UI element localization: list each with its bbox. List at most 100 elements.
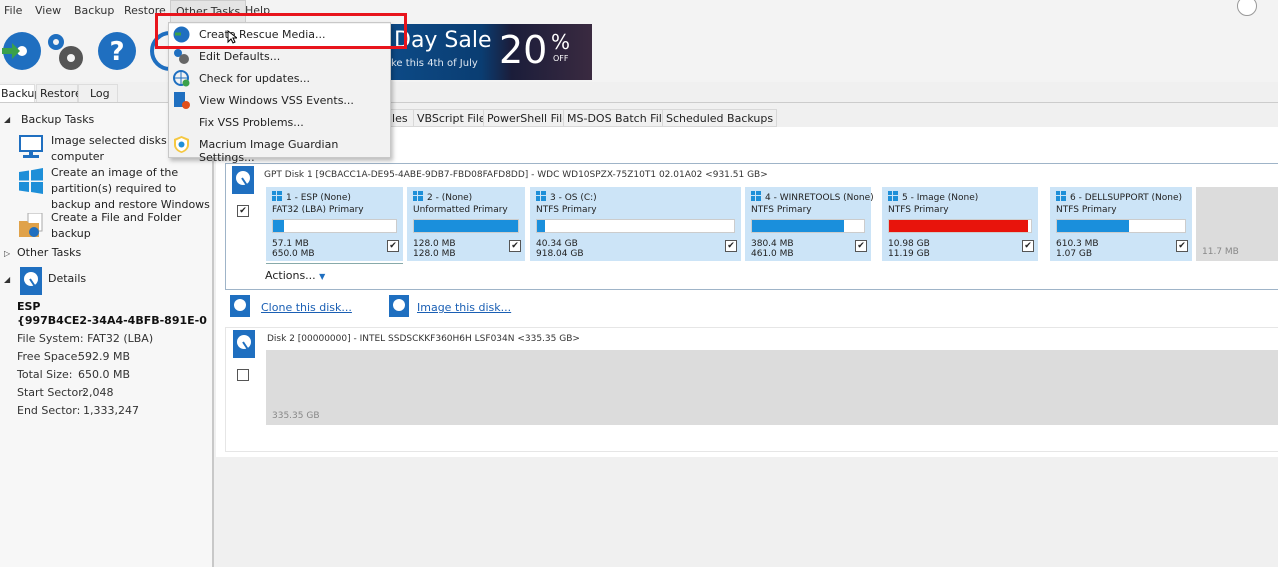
partition-guid: {997B4CE2-34A4-4BFB-891E-005D8C' xyxy=(17,314,207,327)
menu-item-label: Edit Defaults... xyxy=(199,50,281,63)
collapse-icon[interactable]: ◢ xyxy=(4,275,10,284)
menu-item-fix-vss[interactable]: Fix VSS Problems... xyxy=(169,112,390,134)
tab-restore[interactable]: Restore xyxy=(36,84,82,102)
task-image-windows[interactable]: Create an image of the partition(s) requ… xyxy=(51,165,211,213)
tab-backup[interactable]: Backup xyxy=(0,84,41,102)
file-folder-backup-icon xyxy=(19,213,43,237)
partition-name: ESP xyxy=(17,300,41,313)
partition-name: 3 - OS (C:) xyxy=(536,191,597,203)
free-space-label: Free Space: xyxy=(17,350,82,363)
menu-file[interactable]: File xyxy=(4,4,22,17)
clone-disk-icon xyxy=(230,295,250,317)
disk-1-checkbox[interactable]: ✔ xyxy=(237,205,249,217)
partition-type: NTFS Primary xyxy=(888,205,949,215)
partition-label: 2 - (None) xyxy=(427,193,473,203)
partition-name: 6 - DELLSUPPORT (None) xyxy=(1056,191,1182,203)
actions-dropdown[interactable]: Actions... ▼ xyxy=(265,269,325,282)
sale-banner[interactable]: Day Sale ke this 4th of July 20 % OFF xyxy=(391,24,592,80)
menu-item-image-guardian[interactable]: Macrium Image Guardian Settings... xyxy=(169,134,390,164)
end-sector-label: End Sector: xyxy=(17,404,81,417)
image-disk-icon xyxy=(389,295,409,317)
usage-bar xyxy=(413,219,519,233)
usage-fill xyxy=(537,220,545,232)
used-size: 40.34 GB xyxy=(536,239,578,249)
partition-5[interactable]: 5 - Image (None) NTFS Primary 10.98 GB 1… xyxy=(882,187,1038,261)
details-heading[interactable]: Details xyxy=(48,272,86,285)
globe-update-icon xyxy=(173,70,190,87)
gears-icon xyxy=(174,49,189,64)
task-file-folder[interactable]: Create a File and Folder backup xyxy=(51,210,211,242)
tab-log[interactable]: Log xyxy=(78,84,118,102)
menu-item-vss-events[interactable]: View Windows VSS Events... xyxy=(169,90,390,112)
disk-2-unallocated[interactable]: 335.35 GB xyxy=(266,350,1278,425)
windows-icon xyxy=(536,191,546,201)
partition-type: NTFS Primary xyxy=(751,205,812,215)
menu-item-label: Fix VSS Problems... xyxy=(199,116,304,129)
partition-name: 1 - ESP (None) xyxy=(272,191,351,203)
menu-item-check-updates[interactable]: Check for updates... xyxy=(169,68,390,90)
start-sector-value: 2,048 xyxy=(82,386,114,399)
partition-checkbox[interactable]: ✔ xyxy=(1022,240,1034,252)
chevron-down-icon: ▼ xyxy=(319,272,326,281)
menu-item-label: Check for updates... xyxy=(199,72,310,85)
banner-off: OFF xyxy=(553,54,569,63)
usage-fill xyxy=(273,220,285,232)
usage-fill xyxy=(414,220,518,232)
backup-disc-icon[interactable] xyxy=(0,30,42,72)
partition-checkbox[interactable]: ✔ xyxy=(1176,240,1188,252)
partition-4[interactable]: 4 - WINRETOOLS (None) NTFS Primary 380.4… xyxy=(745,187,874,261)
unallocated-size: 11.7 MB xyxy=(1202,247,1239,257)
disk-1-title: GPT Disk 1 [9CBACC1A-DE95-4ABE-9DB7-FBD0… xyxy=(264,170,768,180)
total-size: 461.0 MB xyxy=(751,249,794,259)
partition-type: NTFS Primary xyxy=(536,205,597,215)
partition-type: NTFS Primary xyxy=(1056,205,1117,215)
partition-1[interactable]: 1 - ESP (None) FAT32 (LBA) Primary 57.1 … xyxy=(266,187,403,261)
vss-events-icon xyxy=(174,92,190,109)
partition-checkbox[interactable]: ✔ xyxy=(387,240,399,252)
windows-icon xyxy=(888,191,898,201)
partition-name: 5 - Image (None) xyxy=(888,191,978,203)
total-size: 1.07 GB xyxy=(1056,249,1093,259)
used-size: 128.0 MB xyxy=(413,239,456,249)
expand-icon[interactable]: ▷ xyxy=(4,249,10,258)
partition-checkbox[interactable]: ✔ xyxy=(855,240,867,252)
menu-backup[interactable]: Backup xyxy=(74,4,114,17)
help-icon[interactable]: ? xyxy=(97,31,137,71)
backup-tasks-heading[interactable]: Backup Tasks xyxy=(21,113,94,126)
used-size: 610.3 MB xyxy=(1056,239,1099,249)
image-disk-link[interactable]: Image this disk... xyxy=(417,301,511,314)
selection-underline xyxy=(266,263,403,264)
clone-disk-link[interactable]: Clone this disk... xyxy=(261,301,352,314)
tab-scheduled-backups[interactable]: Scheduled Backups xyxy=(662,109,778,127)
total-size: 650.0 MB xyxy=(272,249,315,259)
svg-text:?: ? xyxy=(109,37,124,67)
hard-disk-icon xyxy=(233,330,255,358)
partition-checkbox[interactable]: ✔ xyxy=(509,240,521,252)
partition-3[interactable]: 3 - OS (C:) NTFS Primary 40.34 GB 918.04… xyxy=(530,187,741,261)
partition-name: 2 - (None) xyxy=(413,191,472,203)
computer-icon xyxy=(19,135,43,158)
hard-disk-icon xyxy=(232,166,254,194)
file-system: File System: FAT32 (LBA) xyxy=(17,332,154,345)
other-tasks-heading[interactable]: Other Tasks xyxy=(17,246,81,259)
banner-percent: 20 xyxy=(499,28,548,72)
actions-label: Actions... xyxy=(265,269,316,282)
partition-checkbox[interactable]: ✔ xyxy=(725,240,737,252)
collapse-icon[interactable]: ◢ xyxy=(4,115,10,124)
partition-2[interactable]: 2 - (None) Unformatted Primary 128.0 MB … xyxy=(407,187,525,261)
windows-icon xyxy=(413,191,423,201)
info-icon[interactable] xyxy=(1237,0,1257,16)
partition-name: 4 - WINRETOOLS (None) xyxy=(751,191,874,203)
unallocated-space[interactable]: 11.7 MB xyxy=(1196,187,1278,261)
partition-6[interactable]: 6 - DELLSUPPORT (None) NTFS Primary 610.… xyxy=(1050,187,1192,261)
disk-2-checkbox[interactable] xyxy=(237,369,249,381)
partition-label: 5 - Image (None) xyxy=(902,193,979,203)
partition-label: 4 - WINRETOOLS (None) xyxy=(765,193,874,203)
total-size: 11.19 GB xyxy=(888,249,930,259)
settings-gears-icon[interactable] xyxy=(44,30,88,74)
usage-bar xyxy=(1056,219,1186,233)
usage-fill xyxy=(889,220,1029,232)
menu-item-edit-defaults[interactable]: Edit Defaults... xyxy=(169,46,390,68)
banner-percent-sign: % xyxy=(551,30,571,54)
menu-view[interactable]: View xyxy=(35,4,61,17)
